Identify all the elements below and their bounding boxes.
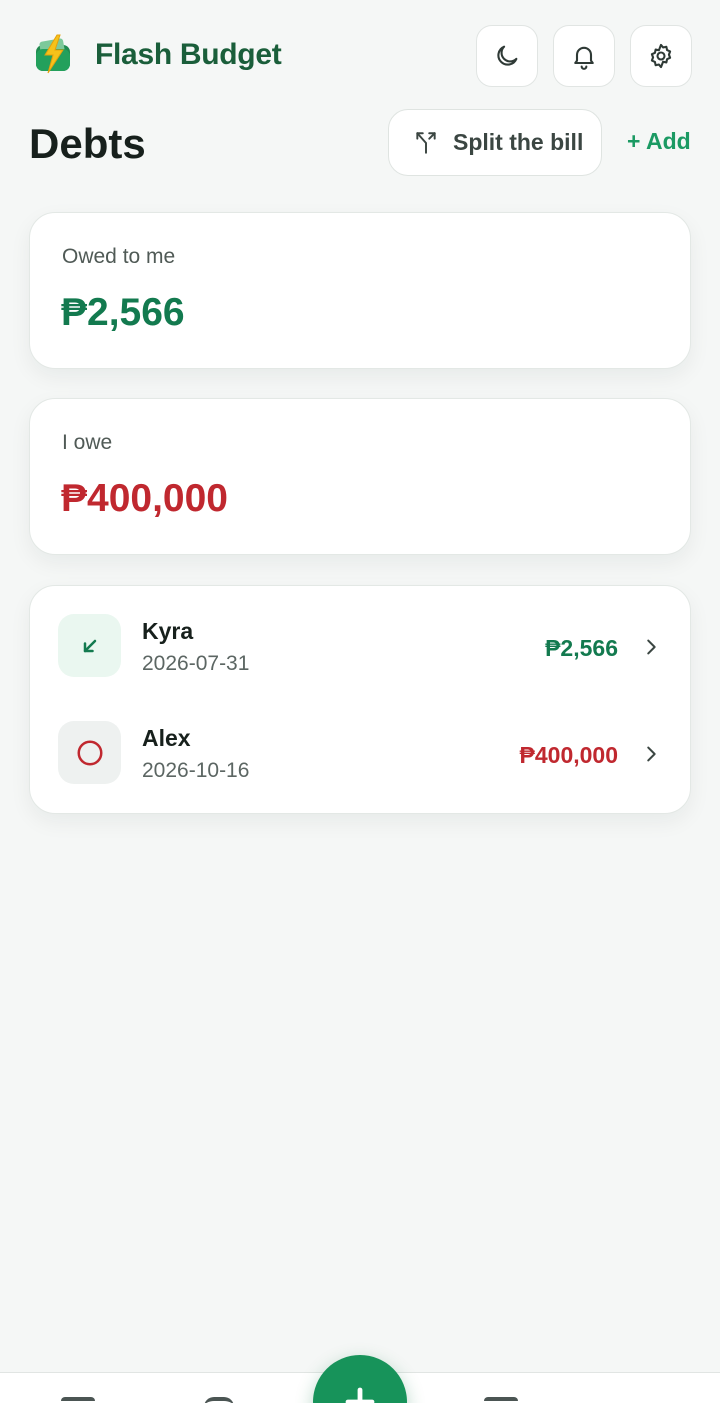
add-transaction-button[interactable] [313,1355,407,1403]
theme-toggle-button[interactable] [476,25,538,87]
owed-to-me-value: ₱2,566 [61,291,185,334]
split-bill-label: Split the bill [453,129,584,155]
accounts-nav-icon[interactable] [484,1397,518,1403]
debt-date: 2026-10-16 [142,759,250,782]
debt-name: Kyra [142,618,194,644]
moon-icon [497,45,518,66]
debt-direction-badge [58,721,121,784]
arrow-down-left-icon [83,639,96,652]
owed-to-me-card: Owed to me ₱2,566 [29,212,691,369]
debt-amount: ₱2,566 [545,635,618,661]
split-arrows-icon [416,131,436,154]
debt-row-alex[interactable]: Alex 2026-10-16 ₱400,000 [30,693,692,799]
gear-icon [650,43,672,69]
plus-icon [345,1387,375,1403]
i-owe-value: ₱400,000 [61,477,228,520]
debt-row-kyra[interactable]: Kyra 2026-07-31 ₱2,566 [30,586,692,692]
circle-icon [77,740,102,765]
i-owe-card: I owe ₱400,000 [29,398,691,555]
settings-button[interactable] [630,25,692,87]
app-title: Flash Budget [95,38,282,71]
app-header: Flash Budget [0,0,720,110]
owed-to-me-label: Owed to me [62,245,176,268]
debts-list: Kyra 2026-07-31 ₱2,566 Alex 2026-10-16 ₱… [29,585,691,814]
i-owe-label: I owe [62,431,113,454]
split-bill-button[interactable]: Split the bill [388,109,602,176]
debt-date: 2026-07-31 [142,652,250,675]
debt-name: Alex [142,725,191,751]
lightning-wallet-icon [36,34,70,74]
notifications-button[interactable] [553,25,615,87]
debt-direction-badge [58,614,121,677]
reports-nav-icon[interactable] [204,1397,234,1403]
chevron-right-icon [647,639,656,655]
chevron-right-icon [647,746,656,762]
add-debt-button[interactable]: + Add [627,128,691,155]
dashboard-nav-icon[interactable] [61,1397,95,1403]
debt-amount: ₱400,000 [519,742,618,768]
bell-icon [574,46,594,70]
page-title: Debts [29,120,146,167]
